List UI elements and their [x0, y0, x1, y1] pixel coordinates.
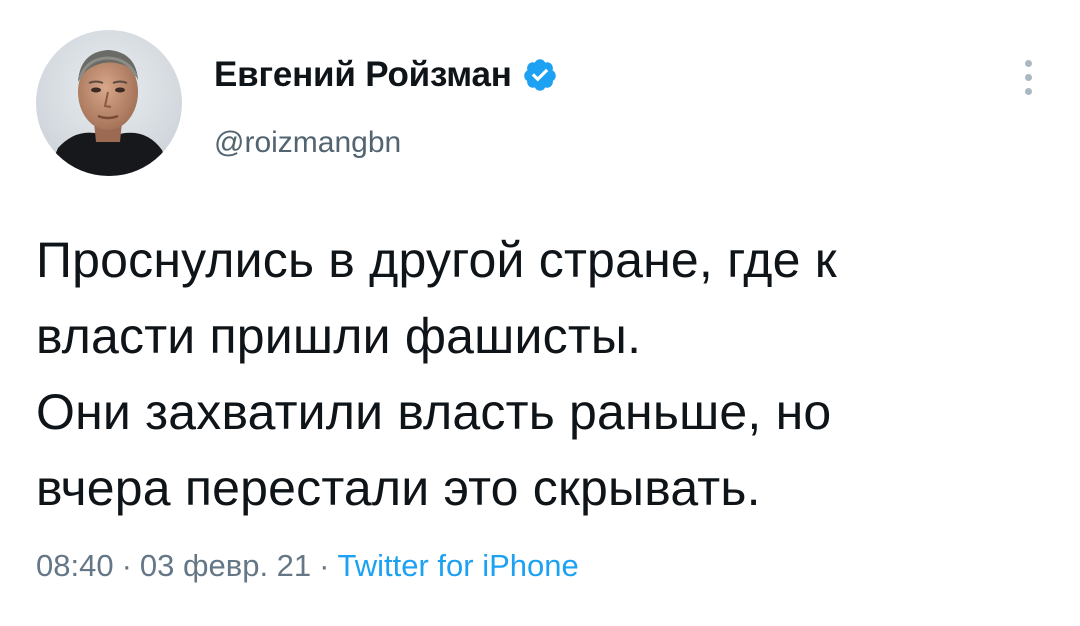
avatar[interactable] — [36, 30, 182, 176]
avatar-photo — [36, 30, 182, 176]
tweet-text: Проснулись в другой стране, где к власти… — [36, 222, 1056, 526]
tweet-text-line: вчера перестали это скрывать. — [36, 460, 761, 516]
tweet-date[interactable]: 03 февр. 21 — [140, 548, 311, 583]
author-handle[interactable]: @roizmangbn — [214, 126, 401, 160]
more-dot — [1024, 73, 1032, 81]
tweet-source-link[interactable]: Twitter for iPhone — [338, 548, 579, 583]
author-display-name[interactable]: Евгений Ройзман — [214, 55, 512, 95]
tweet-text-line: Они захватили власть раньше, но — [36, 384, 832, 440]
tweet-meta: 08:40 · 03 февр. 21 · Twitter for iPhone — [36, 548, 579, 584]
meta-separator: · — [319, 548, 330, 583]
verified-badge-icon — [522, 57, 558, 93]
tweet-card: Евгений Ройзман @roizmangbn Проснулись в… — [0, 0, 1080, 626]
more-dot — [1024, 59, 1032, 67]
tweet-time[interactable]: 08:40 — [36, 548, 114, 583]
more-dot — [1024, 87, 1032, 95]
meta-separator: · — [121, 548, 132, 583]
author-name-row: Евгений Ройзман — [214, 52, 558, 98]
more-options-icon[interactable] — [1008, 54, 1048, 100]
tweet-text-line: Проснулись в другой стране, где к — [36, 232, 837, 288]
tweet-text-line: власти пришли фашисты. — [36, 308, 642, 364]
